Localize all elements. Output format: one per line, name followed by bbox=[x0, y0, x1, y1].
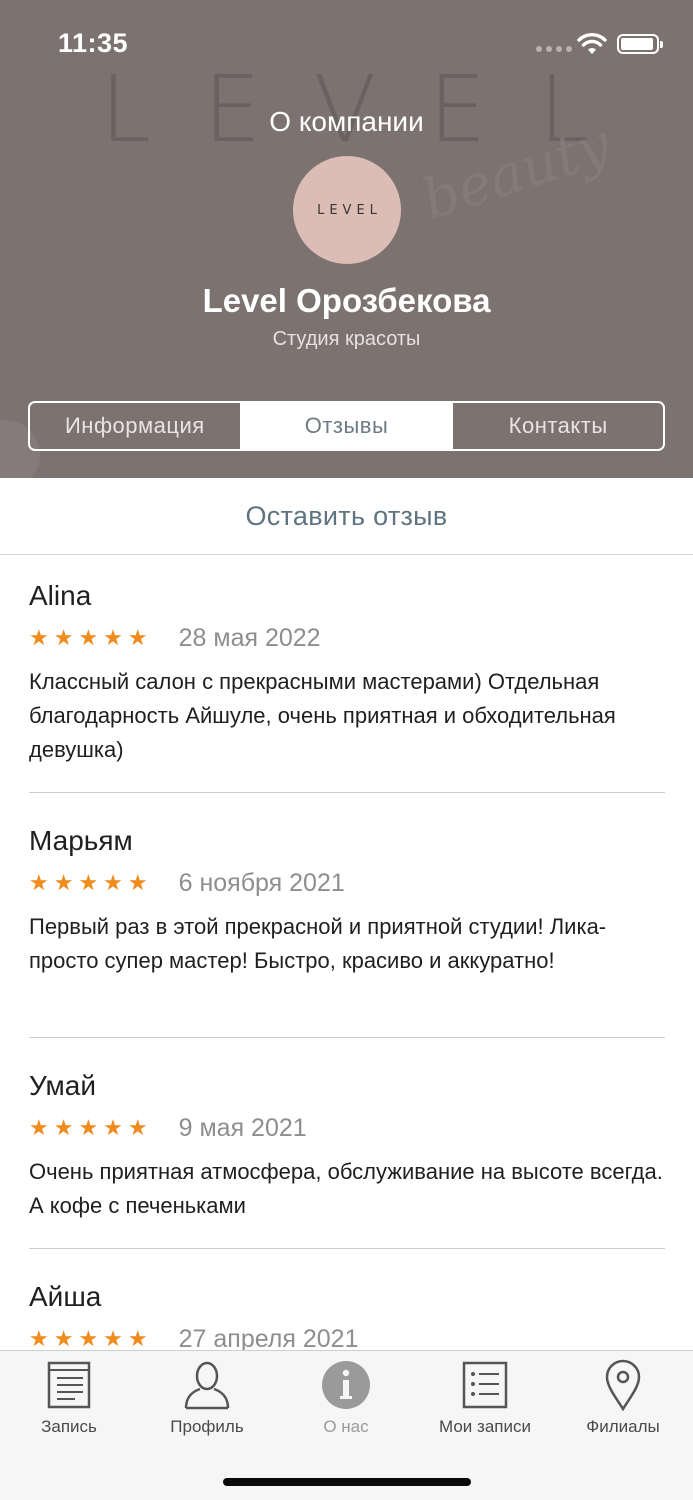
battery-icon bbox=[617, 34, 663, 54]
review-item: Марьям ★★★★★ 6 ноября 2021 Первый раз в … bbox=[29, 825, 665, 978]
leave-review-button[interactable]: Оставить отзыв bbox=[0, 478, 693, 555]
review-divider bbox=[29, 792, 665, 793]
bottom-tab-bar: Запись Профиль О нас Мои записи Филиалы bbox=[0, 1350, 693, 1500]
review-item: Умай ★★★★★ 9 мая 2021 Очень приятная атм… bbox=[29, 1070, 665, 1223]
page-title: О компании bbox=[269, 106, 424, 137]
tab-reviews[interactable]: Отзывы bbox=[239, 403, 452, 449]
review-author: Айша bbox=[29, 1281, 102, 1312]
info-icon bbox=[322, 1361, 370, 1409]
tab-label: Профиль bbox=[170, 1417, 244, 1436]
list-icon bbox=[462, 1361, 508, 1409]
tab-label: Филиалы bbox=[586, 1417, 660, 1436]
company-subtitle: Студия красоты bbox=[272, 328, 421, 350]
status-bar: 11:35 bbox=[0, 0, 693, 88]
review-text: Первый раз в этой прекрасной и приятной … bbox=[29, 914, 607, 973]
review-author: Умай bbox=[29, 1070, 96, 1101]
review-item: Alina ★★★★★ 28 мая 2022 Классный салон с… bbox=[29, 580, 665, 767]
tab-information[interactable]: Информация bbox=[30, 403, 240, 449]
status-time: 11:35 bbox=[58, 28, 129, 58]
tab-profile[interactable]: Профиль bbox=[138, 1359, 276, 1441]
tab-label: Запись bbox=[41, 1417, 97, 1436]
company-logo: LEVEL bbox=[293, 156, 401, 264]
wifi-icon bbox=[577, 33, 607, 54]
tab-contacts[interactable]: Контакты bbox=[451, 403, 663, 449]
tab-booking[interactable]: Запись bbox=[0, 1359, 138, 1441]
review-divider bbox=[29, 1248, 665, 1249]
person-icon bbox=[184, 1361, 230, 1410]
tab-label: Мои записи bbox=[439, 1417, 531, 1436]
rating-stars: ★★★★★ bbox=[29, 1116, 153, 1141]
tab-about-us[interactable]: О нас bbox=[277, 1359, 415, 1441]
review-date: 28 мая 2022 bbox=[178, 624, 321, 652]
review-author: Alina bbox=[29, 580, 92, 611]
rating-stars: ★★★★★ bbox=[29, 1327, 153, 1352]
review-divider bbox=[29, 1037, 665, 1038]
rating-stars: ★★★★★ bbox=[29, 871, 153, 896]
rating-stars: ★★★★★ bbox=[29, 626, 153, 651]
document-icon bbox=[47, 1361, 91, 1409]
review-date: 9 мая 2021 bbox=[178, 1114, 307, 1142]
tab-label: О нас bbox=[323, 1417, 369, 1436]
logo-text: LEVEL bbox=[317, 202, 382, 218]
review-author: Марьям bbox=[29, 825, 133, 856]
tab-my-bookings[interactable]: Мои записи bbox=[416, 1359, 554, 1441]
review-text: Классный салон с прекрасными мастерами) … bbox=[29, 669, 616, 762]
location-pin-icon bbox=[605, 1359, 641, 1411]
tab-branches[interactable]: Филиалы bbox=[554, 1359, 692, 1441]
segmented-control: Информация Отзывы Контакты bbox=[28, 401, 665, 451]
company-name: Level Орозбекова bbox=[202, 282, 491, 319]
home-indicator bbox=[223, 1478, 471, 1486]
review-date: 6 ноября 2021 bbox=[178, 869, 345, 897]
review-text: Очень приятная атмосфера, обслуживание н… bbox=[29, 1159, 663, 1218]
review-item: Айша ★★★★★ 27 апреля 2021 bbox=[29, 1281, 665, 1354]
company-header: LEVEL beauty 11:35 О компании LEVEL Leve… bbox=[0, 0, 693, 478]
cellular-signal-icon bbox=[536, 46, 572, 52]
